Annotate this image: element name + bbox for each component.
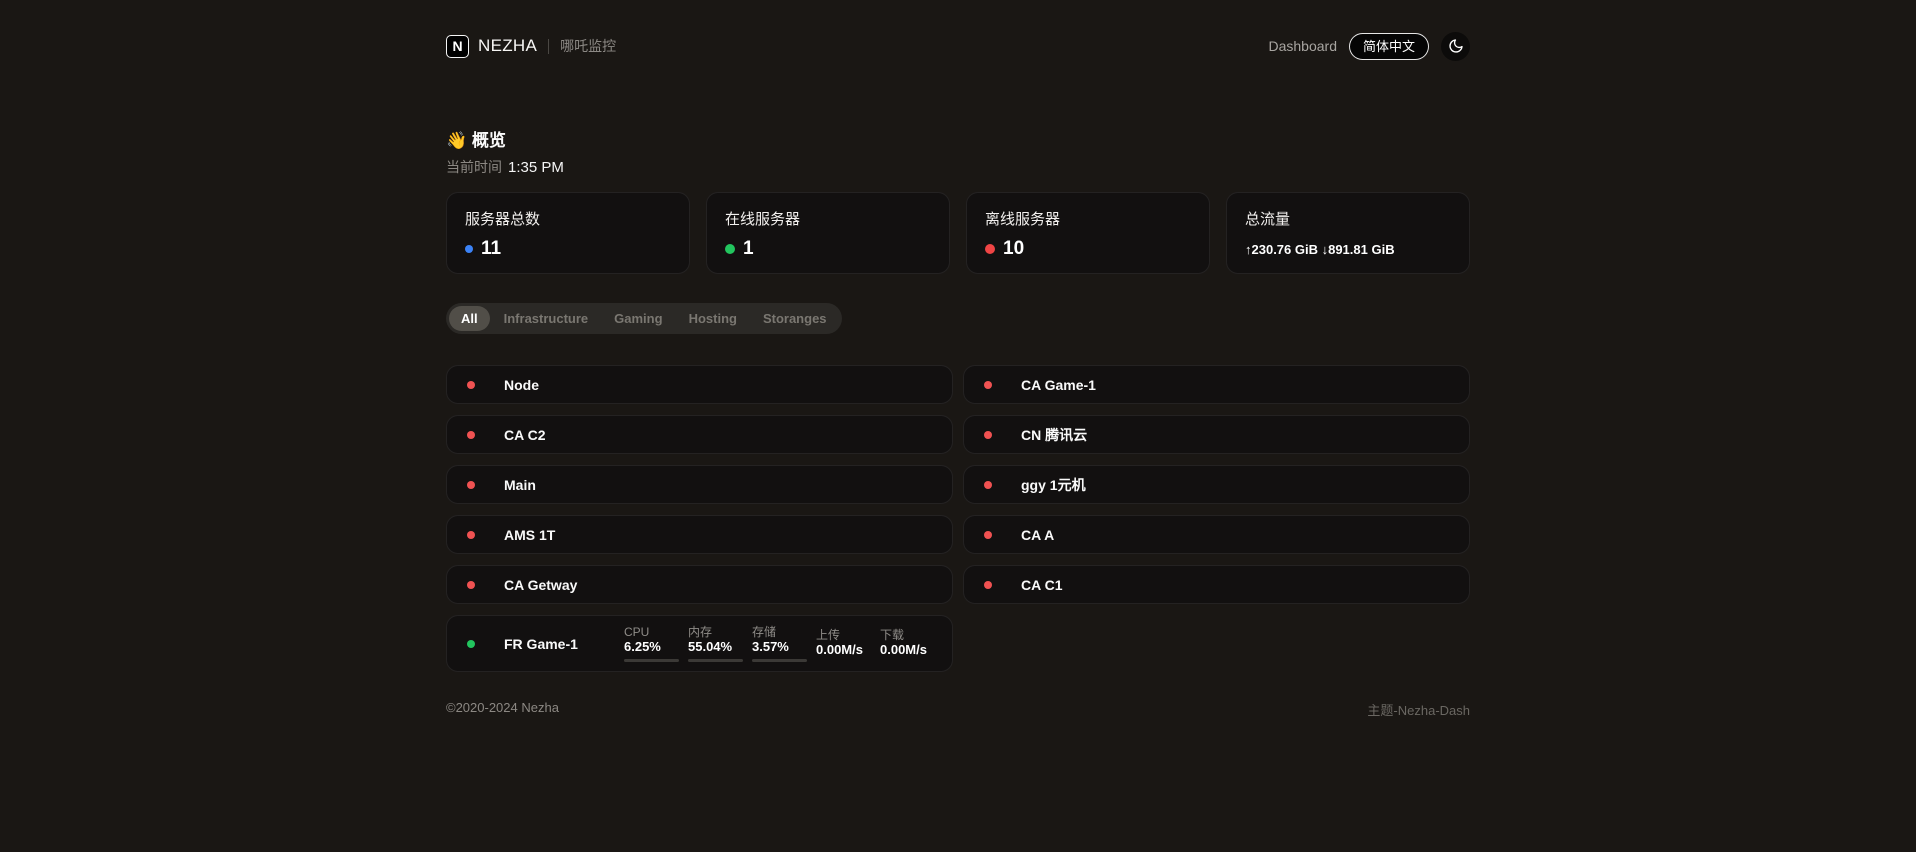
status-dot <box>467 481 475 489</box>
stat-card-total-traffic[interactable]: 总流量 ↑230.76 GiB ↓891.81 GiB <box>1226 192 1470 274</box>
brand[interactable]: N NEZHA 哪吒监控 <box>446 35 616 58</box>
server-name: AMS 1T <box>504 527 624 543</box>
cpu-progress-bar <box>624 659 679 662</box>
theme-credit-text: 主题-Nezha-Dash <box>1367 700 1470 719</box>
server-row-ca-c1[interactable]: CA C1 <box>963 565 1470 604</box>
storage-label: 存储 <box>752 625 807 639</box>
status-dot <box>984 481 992 489</box>
server-row-ca-a[interactable]: CA A <box>963 515 1470 554</box>
status-dot <box>725 244 735 254</box>
server-row-ggy[interactable]: ggy 1元机 <box>963 465 1470 504</box>
footer: ©2020-2024 Nezha 主题-Nezha-Dash <box>446 700 1470 719</box>
server-name: CA A <box>1021 527 1141 543</box>
status-dot <box>467 431 475 439</box>
upload-stat: 上传 0.00M/s <box>816 628 871 659</box>
stat-card-value: 11 <box>481 238 501 260</box>
copyright-text: ©2020-2024 Nezha <box>446 700 559 719</box>
server-stats: CPU 6.25% 内存 55.04% 存储 3.57% 上传 0.00M/s <box>624 625 935 662</box>
server-name: ggy 1元机 <box>1021 475 1141 495</box>
server-row-cn-tencent[interactable]: CN 腾讯云 <box>963 415 1470 454</box>
server-row-main[interactable]: Main <box>446 465 953 504</box>
stat-card-label: 离线服务器 <box>985 208 1191 229</box>
download-stat: 下载 0.00M/s <box>880 628 935 659</box>
header-actions: Dashboard 简体中文 <box>1268 32 1470 61</box>
stat-card-online-servers[interactable]: 在线服务器 1 <box>706 192 950 274</box>
status-dot <box>984 531 992 539</box>
memory-label: 内存 <box>688 625 743 639</box>
overview-section: 👋 概览 当前时间 1:35 PM <box>446 126 1470 177</box>
tab-infrastructure[interactable]: Infrastructure <box>492 306 601 331</box>
download-label: 下载 <box>880 628 935 642</box>
group-tabs: All Infrastructure Gaming Hosting Storan… <box>446 303 842 334</box>
status-dot <box>984 381 992 389</box>
server-row-ams-1t[interactable]: AMS 1T <box>446 515 953 554</box>
cpu-stat: CPU 6.25% <box>624 625 679 662</box>
status-dot <box>467 640 475 648</box>
server-name: FR Game-1 <box>504 636 624 652</box>
server-name: CA Getway <box>504 577 624 593</box>
status-dot <box>467 531 475 539</box>
dashboard-link[interactable]: Dashboard <box>1268 38 1337 54</box>
stat-card-label: 在线服务器 <box>725 208 931 229</box>
cpu-value: 6.25% <box>624 639 679 656</box>
traffic-value: ↑230.76 GiB ↓891.81 GiB <box>1245 242 1451 257</box>
server-name: CA C1 <box>1021 577 1141 593</box>
language-button[interactable]: 简体中文 <box>1349 33 1429 60</box>
server-name: CA C2 <box>504 427 624 443</box>
stat-cards: 服务器总数 11 在线服务器 1 离线服务器 10 总流量 ↑230.76 Gi… <box>446 192 1470 274</box>
stat-card-offline-servers[interactable]: 离线服务器 10 <box>966 192 1210 274</box>
stat-card-value: 1 <box>743 238 754 260</box>
server-row-ca-getway[interactable]: CA Getway <box>446 565 953 604</box>
stat-card-total-servers[interactable]: 服务器总数 11 <box>446 192 690 274</box>
brand-subtitle: 哪吒监控 <box>560 36 616 56</box>
nezha-logo-icon: N <box>446 35 469 58</box>
tab-hosting[interactable]: Hosting <box>677 306 749 331</box>
time-label: 当前时间 <box>446 159 502 175</box>
server-row-ca-c2[interactable]: CA C2 <box>446 415 953 454</box>
server-row-node[interactable]: Node <box>446 365 953 404</box>
tab-gaming[interactable]: Gaming <box>602 306 674 331</box>
time-value: 1:35 PM <box>508 159 564 176</box>
status-dot <box>985 244 995 254</box>
server-name: CN 腾讯云 <box>1021 425 1141 445</box>
server-row-fr-game-1[interactable]: FR Game-1 CPU 6.25% 内存 55.04% 存储 3.57% <box>446 615 953 672</box>
current-time: 当前时间 1:35 PM <box>446 157 1470 177</box>
moon-icon <box>1448 38 1464 54</box>
brand-divider <box>548 39 549 54</box>
status-dot <box>467 581 475 589</box>
storage-stat: 存储 3.57% <box>752 625 807 662</box>
server-list: Node CA Game-1 CA C2 CN 腾讯云 Main ggy 1元机… <box>446 365 1470 672</box>
status-dot <box>984 581 992 589</box>
tab-all[interactable]: All <box>449 306 490 331</box>
header: N NEZHA 哪吒监控 Dashboard 简体中文 <box>446 0 1470 66</box>
upload-value: 0.00M/s <box>816 642 871 659</box>
server-row-ca-game-1[interactable]: CA Game-1 <box>963 365 1470 404</box>
download-value: 0.00M/s <box>880 642 935 659</box>
status-dot <box>467 381 475 389</box>
server-name: Node <box>504 377 624 393</box>
tab-storanges[interactable]: Storanges <box>751 306 839 331</box>
stat-card-label: 服务器总数 <box>465 208 671 229</box>
page-container: N NEZHA 哪吒监控 Dashboard 简体中文 👋 概览 当前时间 1:3… <box>446 0 1470 719</box>
storage-value: 3.57% <box>752 639 807 656</box>
server-name: Main <box>504 477 624 493</box>
storage-progress-bar <box>752 659 807 662</box>
brand-name: NEZHA <box>478 36 537 56</box>
memory-progress-bar <box>688 659 743 662</box>
status-dot <box>465 245 473 253</box>
status-dot <box>984 431 992 439</box>
page-title: 👋 概览 <box>446 126 1470 151</box>
upload-label: 上传 <box>816 628 871 642</box>
cpu-label: CPU <box>624 625 679 639</box>
memory-value: 55.04% <box>688 639 743 656</box>
stat-card-label: 总流量 <box>1245 208 1451 229</box>
server-name: CA Game-1 <box>1021 377 1141 393</box>
memory-stat: 内存 55.04% <box>688 625 743 662</box>
stat-card-value: 10 <box>1003 238 1024 260</box>
theme-toggle-button[interactable] <box>1441 32 1470 61</box>
